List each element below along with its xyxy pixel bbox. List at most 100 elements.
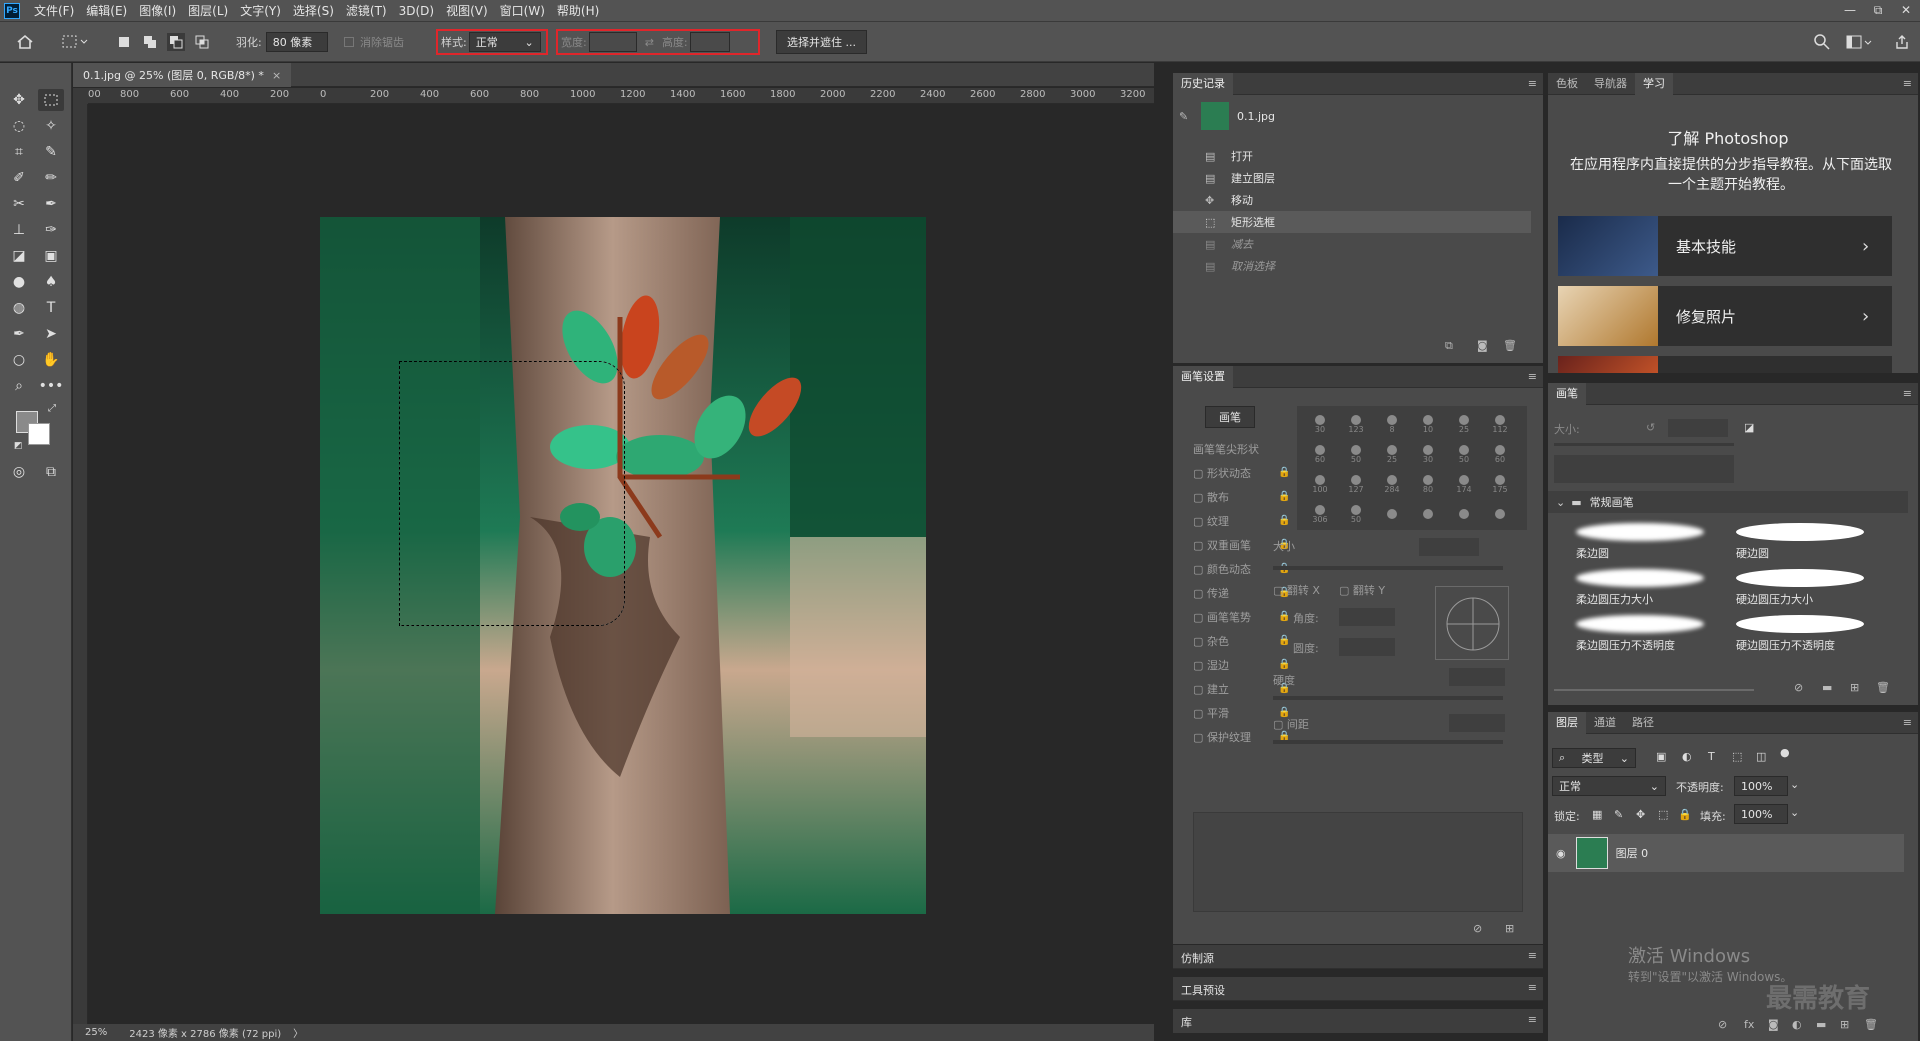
tab-layers[interactable]: 图层 — [1548, 711, 1586, 734]
eyedropper-tool-icon[interactable]: ✎ — [38, 141, 64, 163]
brush-option-texture[interactable]: ▢ 纹理 — [1193, 510, 1229, 532]
quick-mask-icon[interactable]: ◎ — [6, 461, 32, 483]
height-input[interactable] — [689, 32, 730, 52]
new-group-icon[interactable]: ▬ — [1816, 1018, 1826, 1031]
layer-filter-dropdown[interactable]: ⌕ 类型 ⌄ — [1552, 748, 1636, 768]
eye-icon[interactable]: ◉ — [1556, 847, 1566, 860]
brush-tip[interactable]: 127 — [1341, 470, 1371, 498]
history-item[interactable]: ✥ 移动 — [1173, 189, 1531, 211]
brush-hard-round-pressure-size[interactable]: 硬边圆压力大小 — [1730, 565, 1870, 610]
brush-soft-round[interactable]: 柔边圆 — [1570, 519, 1710, 564]
vertical-ruler[interactable] — [73, 104, 88, 1024]
menu-window[interactable]: 窗口(W) — [494, 0, 551, 22]
brush-option-smoothing[interactable]: ▢ 平滑 — [1193, 702, 1229, 724]
menu-file[interactable]: 文件(F) — [28, 0, 80, 22]
eraser-tool-icon[interactable]: ◪ — [6, 245, 32, 267]
more-tools-icon[interactable]: ••• — [38, 375, 64, 397]
history-item[interactable]: ▤ 建立图层 — [1173, 167, 1531, 189]
swap-colors-icon[interactable]: ⤢ — [48, 403, 56, 414]
brush-tip[interactable]: 284 — [1377, 470, 1407, 498]
brush-hard-round[interactable]: 硬边圆 — [1730, 519, 1870, 564]
swap-icon[interactable]: ⇄ — [645, 36, 654, 49]
new-brush-icon[interactable]: ⊞ — [1505, 922, 1514, 935]
lock-all-icon[interactable]: 🔒 — [1678, 808, 1692, 821]
brush-option-transfer[interactable]: ▢ 传递 — [1193, 582, 1229, 604]
history-item-selected[interactable]: ⬚ 矩形选框 — [1173, 211, 1531, 233]
menu-edit[interactable]: 编辑(E) — [80, 0, 133, 22]
brush-hard-round-pressure-opacity[interactable]: 硬边圆压力不透明度 — [1730, 611, 1870, 656]
brush-tip-shape[interactable]: 画笔笔尖形状 — [1193, 438, 1259, 460]
horizontal-ruler[interactable]: 00 800 600 400 200 0 200 400 600 800 100… — [88, 88, 1154, 104]
learn-card-fix-photos[interactable]: 修复照片 › — [1558, 286, 1892, 346]
brush-tip[interactable]: 123 — [1341, 410, 1371, 438]
home-icon[interactable] — [16, 22, 34, 62]
layer-mask-icon[interactable]: ◙ — [1768, 1018, 1779, 1031]
restore-button[interactable]: ⧉ — [1864, 3, 1892, 18]
trash-icon[interactable]: 🗑 — [1864, 1018, 1878, 1031]
rect-marquee-tool-icon[interactable] — [38, 89, 64, 111]
hardness-slider[interactable] — [1273, 696, 1503, 700]
new-selection-icon[interactable] — [115, 33, 133, 51]
learn-card-basic-skills[interactable]: 基本技能 › — [1558, 216, 1892, 276]
brush-tool-icon[interactable]: ✒ — [38, 193, 64, 215]
opacity-input[interactable]: 100% — [1734, 776, 1788, 796]
lock-artboard-icon[interactable]: ⬚ — [1658, 808, 1668, 821]
hand-tool-icon[interactable]: ✋ — [38, 349, 64, 371]
brush-size-input[interactable] — [1668, 419, 1728, 437]
camera-icon[interactable]: ◙ — [1477, 339, 1488, 352]
hardness-input[interactable] — [1449, 668, 1505, 686]
blend-mode-dropdown[interactable]: 正常 ⌄ — [1552, 776, 1666, 796]
history-tab[interactable]: 历史记录 — [1173, 72, 1233, 95]
brushes-tab[interactable]: 画笔 — [1548, 382, 1586, 405]
brush-tip[interactable] — [1485, 500, 1515, 528]
brush-tip[interactable]: 50 — [1341, 500, 1371, 528]
libraries-tab[interactable]: 库 — [1181, 1014, 1192, 1030]
intersect-selection-icon[interactable] — [193, 33, 211, 51]
size-slider[interactable] — [1273, 566, 1503, 570]
filter-toggle-icon[interactable]: ● — [1780, 746, 1790, 759]
brush-tip[interactable] — [1413, 500, 1443, 528]
panel-menu-icon[interactable]: ≡ — [1528, 370, 1537, 383]
tool-presets-panel[interactable]: 工具预设 ≡ — [1173, 977, 1543, 1001]
clone-stamp-tool-icon[interactable]: ✂ — [6, 193, 32, 215]
lock-transparency-icon[interactable]: ▦ — [1592, 808, 1602, 821]
style-dropdown[interactable]: 正常 ⌄ — [468, 32, 541, 52]
brush-tip[interactable]: 30 — [1305, 410, 1335, 438]
brush-tip[interactable]: 174 — [1449, 470, 1479, 498]
clone-source-panel[interactable]: 仿制源 ≡ — [1173, 945, 1543, 969]
magic-wand-tool-icon[interactable]: ✧ — [38, 115, 64, 137]
search-icon[interactable] — [1814, 22, 1830, 62]
brush-tip[interactable]: 306 — [1305, 500, 1335, 528]
panel-menu-icon[interactable]: ≡ — [1528, 981, 1537, 994]
filter-adjustment-icon[interactable]: ◐ — [1682, 750, 1692, 763]
ellipse-tool-icon[interactable]: ○ — [6, 349, 32, 371]
close-tab-icon[interactable]: × — [272, 69, 281, 82]
brush-tip[interactable]: 25 — [1377, 440, 1407, 468]
zoom-tool-icon[interactable]: ⌕ — [6, 375, 32, 397]
chevron-down-icon[interactable]: ⌄ — [1790, 806, 1799, 819]
select-and-mask-button[interactable]: 选择并遮住 ... — [776, 30, 867, 54]
screen-mode-icon[interactable]: ⧉ — [38, 461, 64, 483]
menu-filter[interactable]: 滤镜(T) — [340, 0, 393, 22]
fill-input[interactable]: 100% — [1734, 804, 1788, 824]
history-snapshot[interactable]: ✎ 0.1.jpg — [1173, 99, 1531, 133]
menu-type[interactable]: 文字(Y) — [234, 0, 287, 22]
brushes-button[interactable]: 画笔 — [1205, 406, 1255, 428]
blur-tool-icon[interactable]: ● — [6, 271, 32, 293]
layer-row[interactable]: ◉ 图层 0 — [1548, 834, 1904, 872]
link-layers-icon[interactable]: ⊘ — [1718, 1018, 1727, 1031]
reset-icon[interactable]: ↺ — [1646, 421, 1655, 434]
minimize-button[interactable]: — — [1836, 3, 1864, 18]
background-color-swatch[interactable] — [28, 423, 50, 445]
brush-tip[interactable]: 112 — [1485, 410, 1515, 438]
move-tool-icon[interactable]: ✥ — [6, 89, 32, 111]
tab-navigator[interactable]: 导航器 — [1586, 73, 1635, 95]
brush-option-wet-edges[interactable]: ▢ 湿边 — [1193, 654, 1229, 676]
pencil-tool-icon[interactable]: ✏ — [38, 167, 64, 189]
tab-swatches[interactable]: 色板 — [1548, 73, 1586, 95]
menu-view[interactable]: 视图(V) — [440, 0, 494, 22]
add-selection-icon[interactable] — [141, 33, 159, 51]
history-brush-source-icon[interactable]: ✎ — [1179, 110, 1201, 123]
marquee-preset-icon[interactable] — [62, 22, 90, 62]
spacing-input[interactable] — [1449, 714, 1505, 732]
